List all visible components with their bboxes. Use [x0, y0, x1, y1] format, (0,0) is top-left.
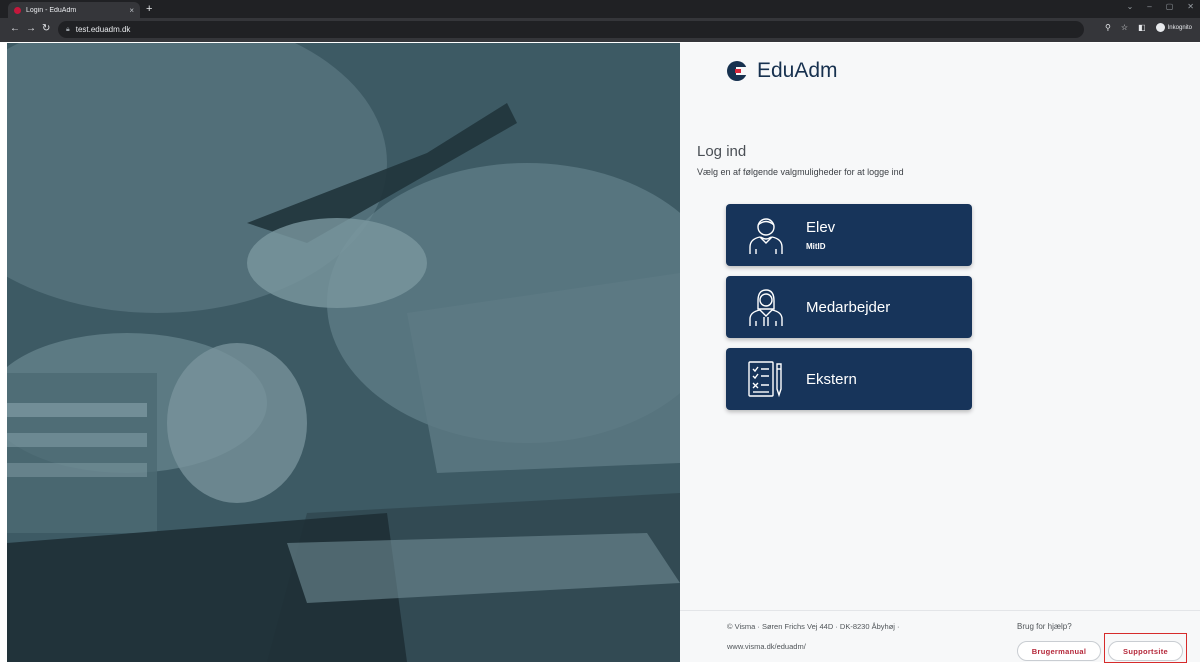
help-label: Brug for hjælp?	[1017, 622, 1072, 631]
login-panel: EduAdm Log ind Vælg en af følgende valgm…	[680, 43, 1200, 663]
login-option-label: Medarbejder	[806, 298, 891, 316]
footer: © Visma · Søren Frichs Vej 44D · DK-8230…	[680, 610, 1200, 663]
brand-name: EduAdm	[757, 59, 838, 82]
new-tab-button[interactable]: +	[146, 2, 152, 16]
bookmark-star-icon[interactable]: ☆	[1121, 23, 1128, 32]
external-document-icon	[748, 361, 782, 398]
back-icon[interactable]: ←	[10, 23, 20, 34]
url-text: test.eduadm.dk	[75, 25, 131, 34]
page-title: Log ind	[697, 143, 747, 160]
login-option-ekstern[interactable]: Ekstern	[726, 348, 972, 410]
reload-icon[interactable]: ↻	[42, 23, 50, 34]
lock-icon: 🔒︎	[66, 25, 70, 33]
tab-search-icon[interactable]: ⌄	[1127, 2, 1134, 11]
footer-website-link[interactable]: www.visma.dk/eduadm/	[727, 642, 806, 651]
support-site-button[interactable]: Supportsite	[1108, 641, 1183, 661]
hero-illustration	[7, 43, 680, 662]
toolbar-actions: ⚲ ☆ ◧ Inkognito	[1105, 23, 1192, 32]
tab-title: Login - EduAdm	[26, 6, 77, 14]
side-panel-icon[interactable]: ◧	[1138, 23, 1146, 32]
favicon-icon	[14, 6, 21, 14]
close-window-button[interactable]: ✕	[1187, 2, 1194, 11]
browser-tab[interactable]: Login - EduAdm ×	[8, 2, 140, 18]
zoom-icon[interactable]: ⚲	[1105, 23, 1111, 32]
user-manual-button[interactable]: Brugermanual	[1017, 641, 1101, 661]
browser-toolbar: ← → ↻ 🔒︎ test.eduadm.dk ⚲ ☆ ◧ Inkognito	[0, 18, 1200, 42]
login-option-label: Elev	[806, 219, 836, 236]
restore-button[interactable]: ▢	[1166, 2, 1174, 11]
footer-address: © Visma · Søren Frichs Vej 44D · DK-8230…	[727, 622, 900, 631]
hero-photo	[7, 43, 680, 662]
page-subtitle: Vælg en af følgende valgmuligheder for a…	[697, 167, 904, 177]
window-controls: ⌄ – ▢ ✕	[1127, 2, 1194, 11]
incognito-icon	[1155, 23, 1165, 32]
student-icon	[749, 218, 783, 254]
incognito-label: Inkognito	[1167, 24, 1192, 31]
login-option-elev[interactable]: Elev MitID	[726, 204, 972, 266]
login-option-label: Ekstern	[806, 370, 857, 388]
browser-tab-strip: Login - EduAdm × + ⌄ – ▢ ✕	[0, 0, 1200, 18]
brand-logo: EduAdm	[727, 59, 838, 83]
login-option-medarbejder[interactable]: Medarbejder	[726, 276, 972, 338]
incognito-indicator[interactable]: Inkognito	[1155, 23, 1192, 32]
address-bar[interactable]: 🔒︎ test.eduadm.dk	[58, 21, 1084, 38]
eduadm-logo-icon	[727, 61, 747, 81]
tab-close-icon[interactable]: ×	[129, 6, 134, 15]
forward-icon[interactable]: →	[26, 23, 36, 34]
mitid-badge: MitID	[806, 242, 826, 251]
employee-icon	[749, 289, 783, 326]
minimize-button[interactable]: –	[1147, 2, 1151, 11]
